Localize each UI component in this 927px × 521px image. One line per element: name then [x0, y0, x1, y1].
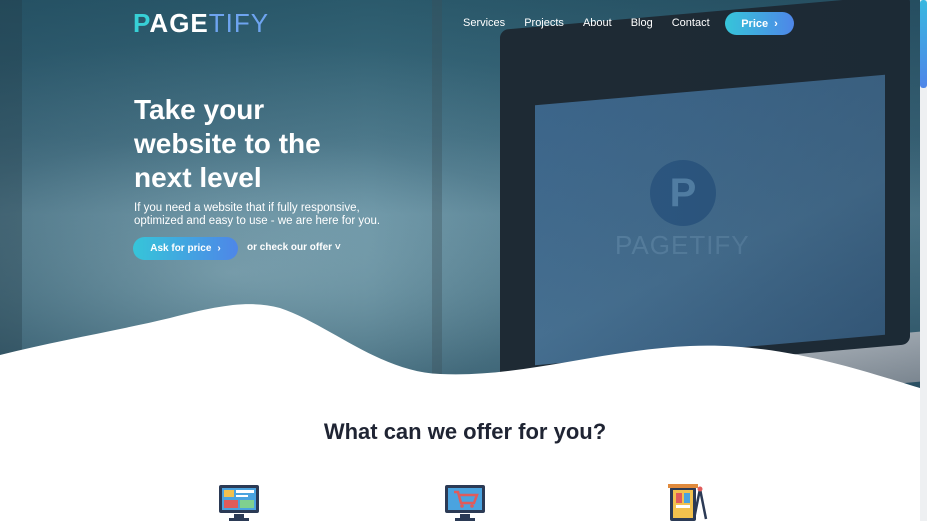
site-logo[interactable]: PAGETIFY	[133, 8, 269, 39]
screen-logo-icon: P	[650, 160, 716, 226]
nav-projects[interactable]: Projects	[524, 17, 564, 29]
offer-section-title: What can we offer for you?	[323, 419, 607, 444]
screen-logo-word: PAGETIFY	[615, 230, 750, 260]
hero-title: Take your website to the next level	[134, 93, 394, 195]
page-scrollbar-thumb[interactable]	[920, 0, 927, 88]
hero-subtitle-line: optimized and easy to use - we are here …	[134, 215, 381, 227]
hero-subtitle-line: If you need a website that if fully resp…	[134, 202, 360, 214]
chevron-down-icon: ˅	[334, 242, 341, 253]
design-tools-icon	[668, 483, 712, 521]
logo-part-age: AGE	[149, 8, 209, 38]
check-offer-link[interactable]: or check our offer ˅	[247, 242, 341, 253]
nav-contact[interactable]: Contact	[672, 17, 710, 29]
web-design-icon	[217, 483, 261, 521]
nav-about[interactable]: About	[583, 17, 612, 29]
nav-blog[interactable]: Blog	[631, 17, 653, 29]
main-nav: Services Projects About Blog Contact	[463, 17, 710, 29]
hero-subtitle: If you need a website that if fully resp…	[134, 202, 404, 228]
hero-title-line: Take your	[134, 94, 265, 125]
hero-title-line: next level	[134, 162, 262, 193]
hero-wave-divider	[0, 304, 920, 400]
logo-part-tify: TIFY	[208, 8, 270, 38]
hero-title-line: website to the	[134, 128, 321, 159]
price-button[interactable]: Price ›	[725, 12, 794, 35]
price-button-label: Price	[741, 17, 769, 30]
chevron-right-icon: ›	[774, 17, 778, 30]
logo-part-p: P	[133, 8, 150, 38]
check-offer-label: or check our offer	[247, 242, 333, 253]
nav-services[interactable]: Services	[463, 17, 505, 29]
chevron-right-icon: ›	[217, 243, 221, 254]
ask-for-price-button[interactable]: Ask for price ›	[133, 237, 238, 260]
ask-for-price-label: Ask for price	[150, 243, 212, 254]
ecommerce-icon	[443, 483, 487, 521]
